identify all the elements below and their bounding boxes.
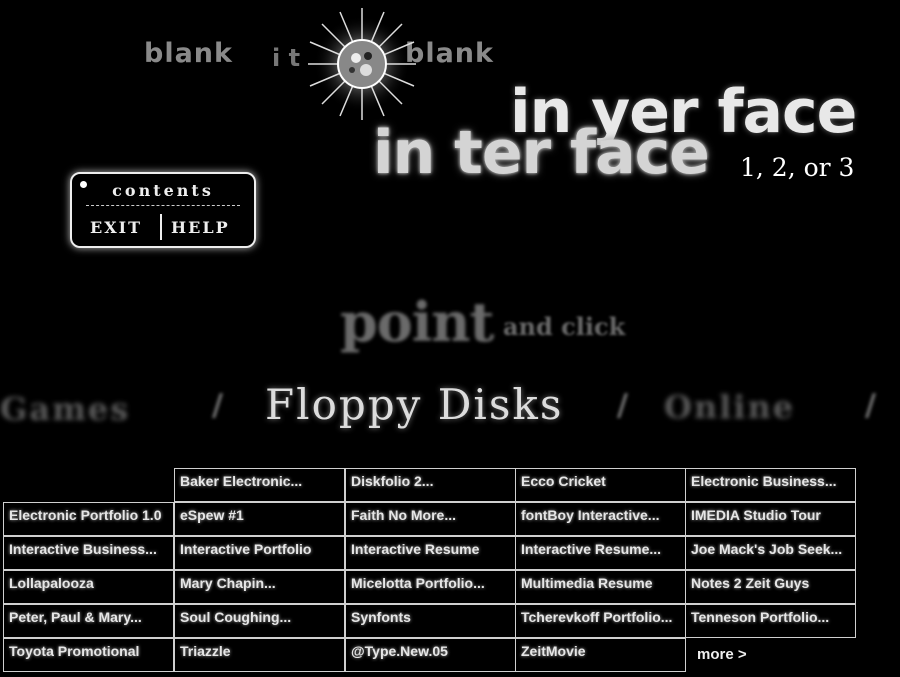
grid-title-cell[interactable]: Multimedia Resume — [515, 570, 686, 604]
help-button[interactable]: HELP — [171, 218, 230, 237]
grid-title-cell[interactable]: Lollapalooza — [3, 570, 174, 604]
category-separator: / — [865, 388, 876, 423]
category-separator: / — [212, 388, 223, 423]
grid-title-cell[interactable]: eSpew #1 — [174, 502, 345, 536]
grid-title-cell[interactable]: Baker Electronic... — [174, 468, 345, 502]
grid-title-cell[interactable]: Notes 2 Zeit Guys — [685, 570, 856, 604]
grid-title-cell[interactable]: IMEDIA Studio Tour — [685, 502, 856, 536]
grid-title-cell[interactable]: Triazzle — [174, 638, 345, 672]
category-current[interactable]: Floppy Disks — [265, 380, 563, 429]
grid-title-cell[interactable]: Faith No More... — [345, 502, 516, 536]
grid-title-cell[interactable]: Ecco Cricket — [515, 468, 686, 502]
more-button[interactable]: more > — [697, 646, 747, 663]
grid-title-cell[interactable]: Diskfolio 2... — [345, 468, 516, 502]
category-previous[interactable]: Games — [0, 390, 130, 428]
menu-divider — [86, 205, 240, 206]
grid-title-cell[interactable]: Interactive Resume... — [515, 536, 686, 570]
point-label: point — [340, 290, 494, 354]
grid-title-cell[interactable]: Electronic Business... — [685, 468, 856, 502]
exit-button[interactable]: EXIT — [90, 218, 142, 237]
grid-title-cell[interactable]: Tcherevkoff Portfolio... — [515, 604, 686, 638]
grid-title-cell[interactable]: fontBoy Interactive... — [515, 502, 686, 536]
blank-word-left: blank — [144, 38, 233, 69]
grid-title-cell[interactable]: Mary Chapin... — [174, 570, 345, 604]
category-next[interactable]: Online — [664, 388, 795, 426]
title-subtitle: 1, 2, or 3 — [740, 153, 855, 182]
navigation-menu-box: contents EXIT HELP — [70, 172, 256, 248]
grid-title-cell[interactable]: Peter, Paul & Mary... — [3, 604, 174, 638]
grid-title-cell[interactable]: Interactive Business... — [3, 536, 174, 570]
menu-separator — [160, 214, 162, 240]
grid-title-cell[interactable]: Interactive Resume — [345, 536, 516, 570]
contents-button[interactable]: contents — [72, 181, 254, 200]
grid-title-cell[interactable]: Micelotta Portfolio... — [345, 570, 516, 604]
grid-title-cell[interactable]: @Type.New.05 — [345, 638, 516, 672]
grid-title-cell[interactable]: Synfonts — [345, 604, 516, 638]
grid-title-cell[interactable]: Joe Mack's Job Seek... — [685, 536, 856, 570]
grid-title-cell[interactable]: Tenneson Portfolio... — [685, 604, 856, 638]
title-in-ter-face: in ter face — [373, 118, 710, 188]
grid-title-cell[interactable]: ZeitMovie — [515, 638, 686, 672]
category-separator: / — [617, 388, 628, 423]
grid-title-cell[interactable]: Electronic Portfolio 1.0 — [3, 502, 174, 536]
grid-title-cell[interactable]: Interactive Portfolio — [174, 536, 345, 570]
grid-title-cell[interactable]: Toyota Promotional — [3, 638, 174, 672]
grid-title-cell[interactable]: Soul Coughing... — [174, 604, 345, 638]
and-click-label: and click — [503, 312, 626, 341]
